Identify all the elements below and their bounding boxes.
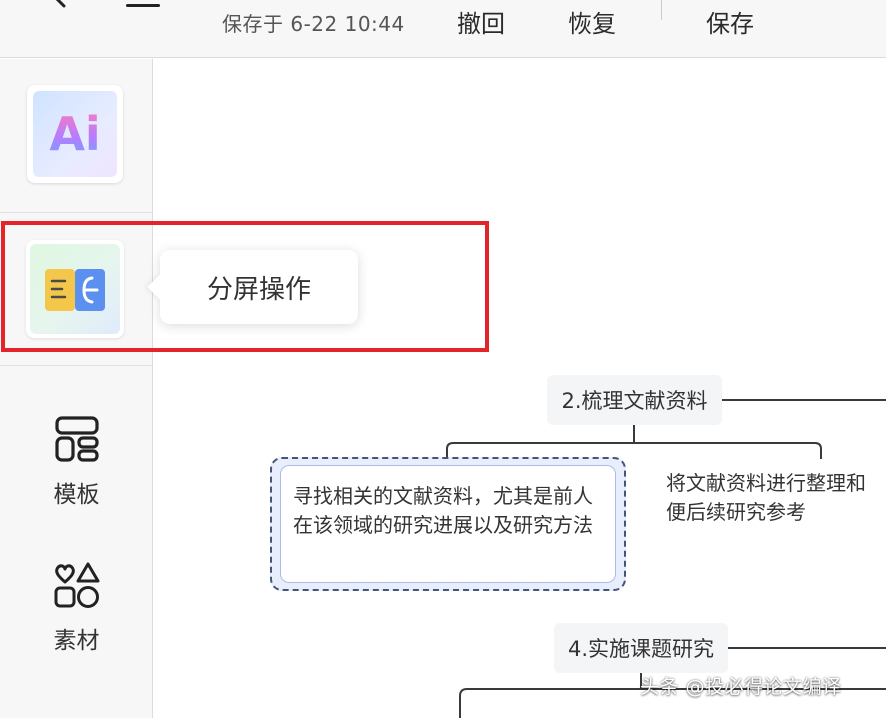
sidebar-item-template[interactable]: 模板: [0, 415, 153, 509]
redo-button[interactable]: 恢复: [568, 4, 616, 39]
node-text-line: 便后续研究参考: [666, 500, 806, 524]
template-icon: [54, 416, 99, 462]
ai-label: Ai: [49, 107, 101, 161]
watermark: 头条 @投必得论文编译: [640, 676, 842, 698]
mindmap-node-sort-literature[interactable]: 2.梳理文献资料: [547, 375, 722, 425]
material-icon: [54, 562, 99, 608]
menu-icon[interactable]: [126, 0, 162, 12]
mindmap-canvas[interactable]: 2.梳理文献资料 寻找相关的文献资料，尤其是前人在该领域的研究进展以及研究方法 …: [154, 59, 886, 718]
sidebar-item-label: 素材: [53, 628, 100, 654]
sidebar-divider: [0, 365, 153, 366]
mindmap-node-organize-literature[interactable]: 将文献资料进行整理和 便后续研究参考: [666, 469, 886, 527]
sidebar-item-material[interactable]: 素材: [0, 561, 153, 655]
ai-icon: Ai: [33, 91, 117, 177]
sidebar-divider: [0, 212, 153, 213]
save-button[interactable]: 保存: [706, 4, 754, 39]
mindmap-node-find-literature[interactable]: 寻找相关的文献资料，尤其是前人在该领域的研究进展以及研究方法: [280, 465, 616, 583]
left-sidebar: Ai 模板 素材: [0, 59, 153, 718]
top-toolbar: 保存于 6-22 10:44 撤回 恢复 保存: [0, 0, 886, 58]
back-arrow-icon[interactable]: [40, 0, 74, 18]
toolbar-divider: [661, 0, 662, 20]
mindmap-node-conduct-research[interactable]: 4.实施课题研究: [554, 623, 728, 673]
mindmap-node-selected[interactable]: 寻找相关的文献资料，尤其是前人在该领域的研究进展以及研究方法: [270, 457, 626, 591]
node-text-line: 将文献资料进行整理和: [666, 471, 866, 495]
save-status-text: 保存于 6-22 10:44: [222, 12, 405, 36]
ai-assistant-button[interactable]: Ai: [27, 85, 123, 183]
undo-button[interactable]: 撤回: [457, 4, 505, 39]
mindmap-connectors: [446, 399, 886, 718]
highlight-frame: [1, 221, 489, 352]
sidebar-item-label: 模板: [53, 482, 100, 508]
